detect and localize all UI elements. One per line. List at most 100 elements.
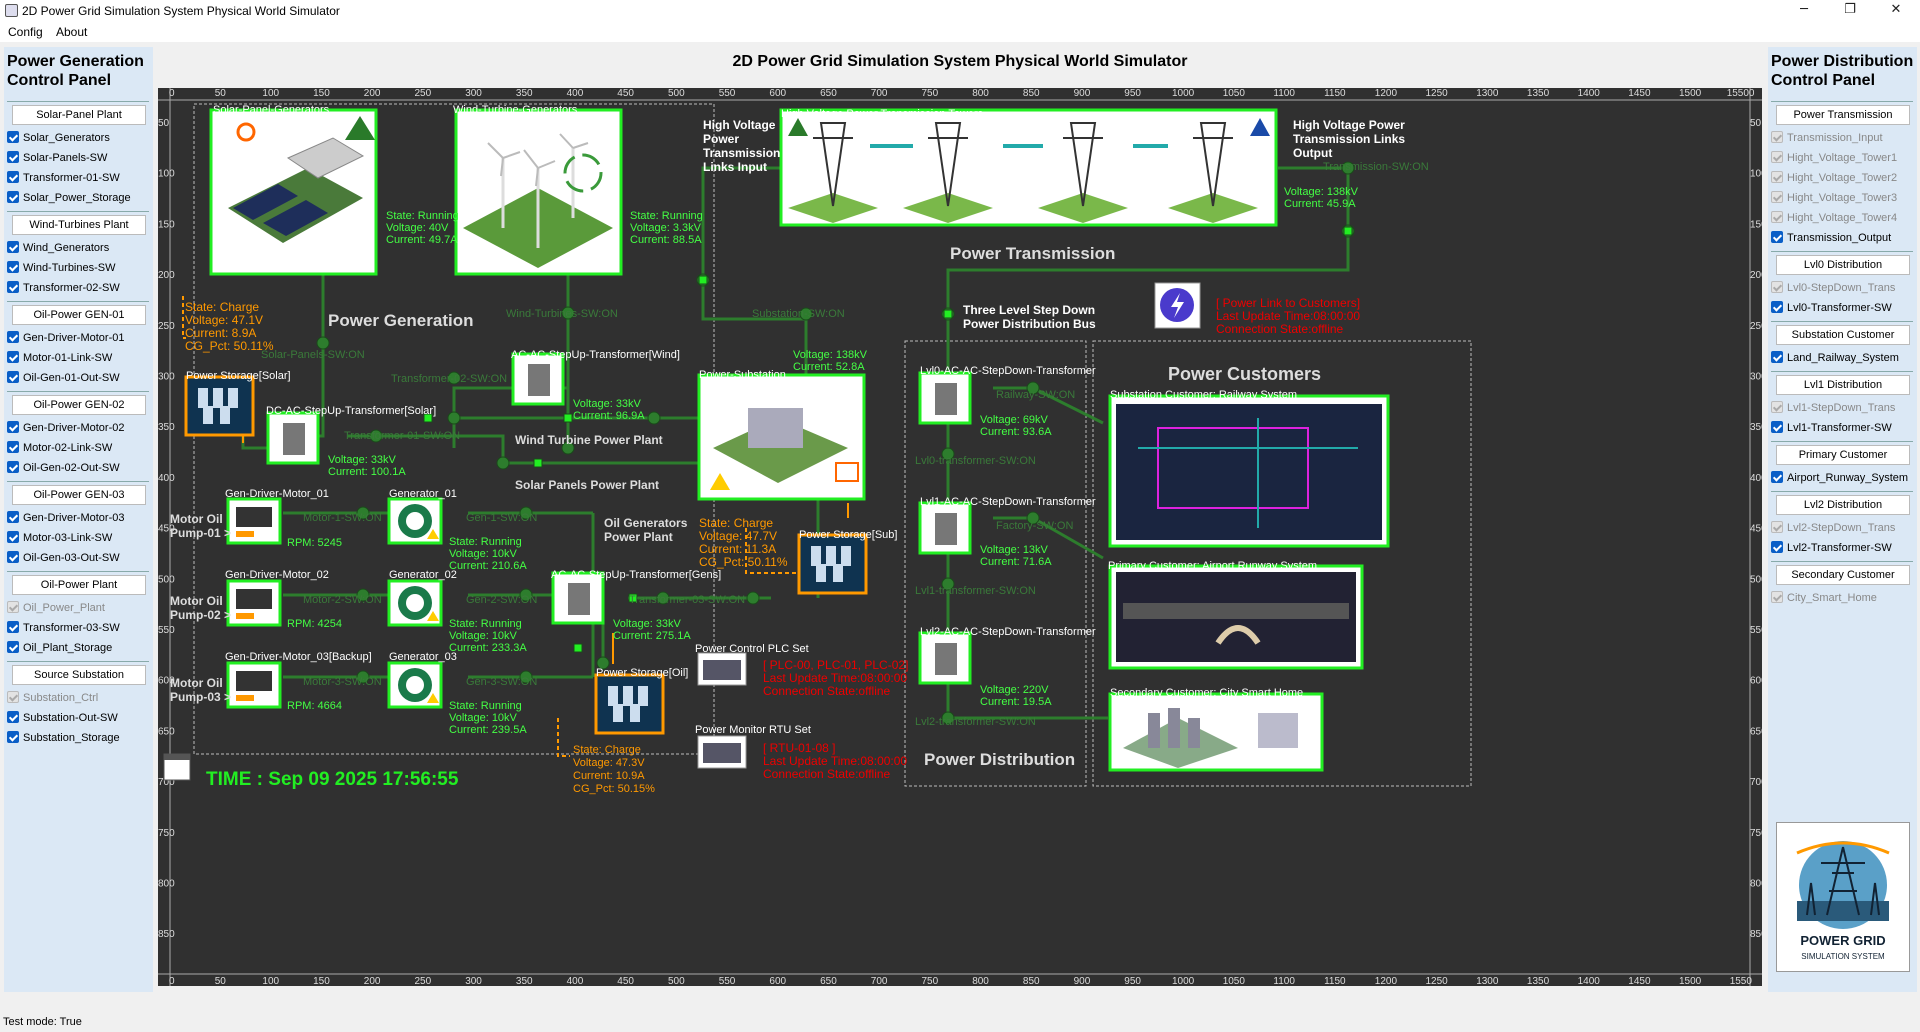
lvl1-distribution-button[interactable]: Lvl1 Distribution	[1776, 375, 1910, 395]
lvl1-transformer-sw-checkbox[interactable]: Lvl1-Transformer-SW	[1771, 420, 1892, 436]
checkbox-box[interactable]	[1771, 131, 1783, 143]
checkbox-box[interactable]	[7, 441, 19, 453]
checkbox-box[interactable]	[7, 461, 19, 473]
checkbox-box[interactable]	[7, 421, 19, 433]
gen-driver-motor-01-checkbox[interactable]: Gen-Driver-Motor-01	[7, 330, 124, 346]
source-substation-button[interactable]: Source Substation	[12, 665, 146, 685]
checkbox-box[interactable]	[7, 171, 19, 183]
power-link-customers-icon[interactable]	[1154, 282, 1201, 329]
railway-customer-screen[interactable]	[1108, 394, 1390, 548]
switch-node[interactable]	[746, 591, 760, 605]
solar-power-storage[interactable]	[184, 375, 255, 437]
checkbox-box[interactable]	[1771, 191, 1783, 203]
substation-out-sw-checkbox[interactable]: Substation-Out-SW	[7, 710, 118, 726]
checkbox-box[interactable]	[7, 621, 19, 633]
land-railway-system-checkbox[interactable]: Land_Railway_System	[1771, 350, 1899, 366]
checkbox-box[interactable]	[7, 531, 19, 543]
gen-driver-motor-2[interactable]	[226, 579, 282, 627]
gen-driver-motor-03-checkbox[interactable]: Gen-Driver-Motor-03	[7, 510, 124, 526]
primary-customer-button[interactable]: Primary Customer	[1776, 445, 1910, 465]
generator-2[interactable]	[387, 579, 443, 627]
checkbox-box[interactable]	[7, 261, 19, 273]
switch-node[interactable]	[496, 456, 510, 470]
transformer-01-sw-checkbox[interactable]: Transformer-01-SW	[7, 170, 120, 186]
checkbox-box[interactable]	[7, 691, 19, 703]
checkbox-box[interactable]	[1771, 171, 1783, 183]
checkbox-box[interactable]	[7, 351, 19, 363]
airport-customer-screen[interactable]	[1108, 564, 1364, 670]
checkbox-box[interactable]	[7, 551, 19, 563]
oil-power-plant-button[interactable]: Oil-Power Plant	[12, 575, 146, 595]
checkbox-box[interactable]	[1771, 521, 1783, 533]
lvl2-distribution-button[interactable]: Lvl2 Distribution	[1776, 495, 1910, 515]
transmission-output-checkbox[interactable]: Transmission_Output	[1771, 230, 1891, 246]
high-voltage-towers[interactable]	[779, 108, 1278, 227]
checkbox-box[interactable]	[1771, 471, 1783, 483]
gen-driver-motor-1[interactable]	[226, 497, 282, 545]
checkbox-box[interactable]	[1771, 301, 1783, 313]
checkbox-box[interactable]	[1771, 541, 1783, 553]
checkbox-box[interactable]	[7, 151, 19, 163]
wind-generators-checkbox[interactable]: Wind_Generators	[7, 240, 109, 256]
checkbox-box[interactable]	[7, 191, 19, 203]
checkbox-box[interactable]	[7, 281, 19, 293]
checkbox-box[interactable]	[1771, 421, 1783, 433]
calendar-icon[interactable]	[163, 753, 191, 781]
solar-power-storage-checkbox[interactable]: Solar_Power_Storage	[7, 190, 131, 206]
wind-turbines-sw-checkbox[interactable]: Wind-Turbines-SW	[7, 260, 116, 276]
oil-gen-03-out-sw-checkbox[interactable]: Oil-Gen-03-Out-SW	[7, 550, 120, 566]
checkbox-box[interactable]	[1771, 151, 1783, 163]
transformer-02-sw-checkbox[interactable]: Transformer-02-SW	[7, 280, 120, 296]
oil-power-gen-03-button[interactable]: Oil-Power GEN-03	[12, 485, 146, 505]
switch-node[interactable]	[647, 411, 661, 425]
lvl2-stepdown-transformer[interactable]	[918, 631, 972, 685]
oil-power-gen-02-button[interactable]: Oil-Power GEN-02	[12, 395, 146, 415]
transformer-03-sw-checkbox[interactable]: Transformer-03-SW	[7, 620, 120, 636]
checkbox-box[interactable]	[1771, 351, 1783, 363]
generator-3[interactable]	[387, 661, 443, 709]
rtu-set-icon[interactable]	[697, 735, 747, 769]
airport-runway-system-checkbox[interactable]: Airport_Runway_System	[1771, 470, 1908, 486]
solar-stepup-transformer[interactable]	[266, 411, 320, 465]
lvl1-stepdown-transformer[interactable]	[918, 501, 972, 555]
smart-home-customer-screen[interactable]	[1108, 692, 1324, 772]
solar-panels-sw-checkbox[interactable]: Solar-Panels-SW	[7, 150, 107, 166]
checkbox-box[interactable]	[7, 511, 19, 523]
checkbox-box[interactable]	[7, 131, 19, 143]
close-button[interactable]: ✕	[1873, 0, 1919, 22]
checkbox-box[interactable]	[1771, 231, 1783, 243]
oil-power-storage[interactable]	[594, 673, 665, 735]
wind-stepup-transformer[interactable]	[511, 352, 565, 406]
checkbox-box[interactable]	[7, 731, 19, 743]
checkbox-box[interactable]	[7, 641, 19, 653]
minimize-button[interactable]: ─	[1781, 0, 1827, 22]
checkbox-box[interactable]	[1771, 401, 1783, 413]
checkbox-box[interactable]	[1771, 211, 1783, 223]
switch-node[interactable]	[447, 411, 461, 425]
checkbox-box[interactable]	[7, 371, 19, 383]
oil-gen-01-out-sw-checkbox[interactable]: Oil-Gen-01-Out-SW	[7, 370, 120, 386]
substation-storage-checkbox[interactable]: Substation_Storage	[7, 730, 120, 746]
gen-driver-motor-02-checkbox[interactable]: Gen-Driver-Motor-02	[7, 420, 124, 436]
lvl0-transformer-sw-checkbox[interactable]: Lvl0-Transformer-SW	[1771, 300, 1892, 316]
oil-plant-storage-checkbox[interactable]: Oil_Plant_Storage	[7, 640, 112, 656]
gen-driver-motor-3[interactable]	[226, 661, 282, 709]
wind-turbines-plant-button[interactable]: Wind-Turbines Plant	[12, 215, 146, 235]
checkbox-box[interactable]	[1771, 591, 1783, 603]
oil-gen-02-out-sw-checkbox[interactable]: Oil-Gen-02-Out-SW	[7, 460, 120, 476]
motor-01-link-sw-checkbox[interactable]: Motor-01-Link-SW	[7, 350, 112, 366]
checkbox-box[interactable]	[1771, 281, 1783, 293]
menu-config[interactable]: Config	[8, 25, 43, 39]
motor-03-link-sw-checkbox[interactable]: Motor-03-Link-SW	[7, 530, 112, 546]
substation-power-storage[interactable]	[797, 533, 868, 595]
solar-panel-plant-button[interactable]: Solar-Panel Plant	[12, 105, 146, 125]
generator-1[interactable]	[387, 497, 443, 545]
checkbox-box[interactable]	[7, 711, 19, 723]
wind-turbine-generators[interactable]	[454, 108, 623, 276]
substation-customer-button[interactable]: Substation Customer	[1776, 325, 1910, 345]
motor-02-link-sw-checkbox[interactable]: Motor-02-Link-SW	[7, 440, 112, 456]
power-substation[interactable]	[697, 373, 866, 501]
secondary-customer-button[interactable]: Secondary Customer	[1776, 565, 1910, 585]
checkbox-box[interactable]	[7, 601, 19, 613]
lvl0-distribution-button[interactable]: Lvl0 Distribution	[1776, 255, 1910, 275]
